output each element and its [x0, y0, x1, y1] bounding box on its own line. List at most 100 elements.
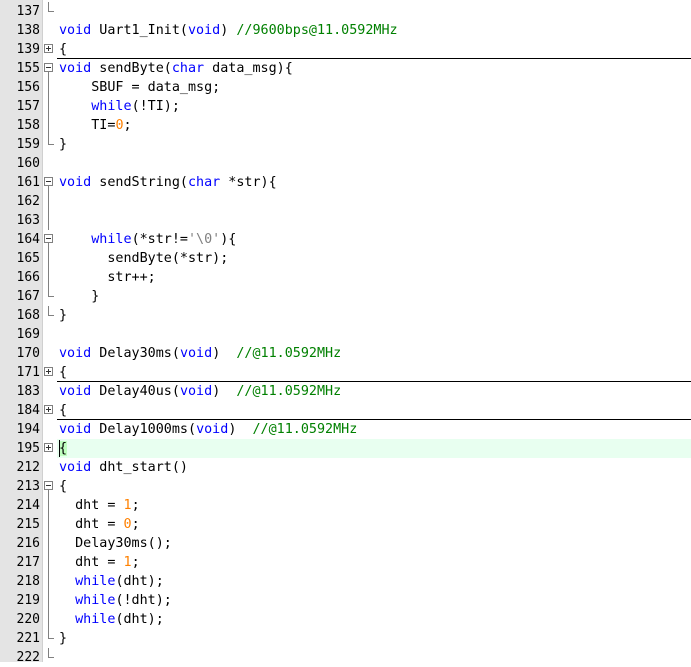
code-line[interactable]: 221}	[0, 629, 691, 648]
code-line[interactable]: 138 void Uart1_Init(void) //9600bps@11.05…	[0, 21, 691, 40]
code-text[interactable]: dht = 0;	[59, 515, 140, 534]
code-line[interactable]: 214 dht = 1;	[0, 496, 691, 515]
keyword-token: void	[59, 346, 92, 361]
code-text[interactable]: }	[59, 287, 99, 306]
code-text[interactable]: }	[59, 135, 67, 154]
code-text[interactable]: while(!TI);	[59, 97, 180, 116]
code-line[interactable]: 165 sendByte(*str);	[0, 249, 691, 268]
code-line[interactable]: 155 void sendByte(char data_msg){	[0, 59, 691, 78]
code-line[interactable]: 156 SBUF = data_msg;	[0, 78, 691, 97]
code-text[interactable]: while(*str!='\0'){	[59, 230, 236, 249]
line-number: 220	[16, 612, 40, 627]
code-text[interactable]: void Delay1000ms(void) //@11.0592MHz	[59, 420, 357, 439]
code-text[interactable]: sendByte(*str);	[59, 249, 228, 268]
code-line[interactable]: 171 {	[0, 363, 691, 382]
code-text[interactable]: void Delay30ms(void) //@11.0592MHz	[59, 344, 341, 363]
line-number: 156	[16, 80, 40, 95]
code-line[interactable]: 216 Delay30ms();	[0, 534, 691, 553]
code-text[interactable]: {	[59, 439, 68, 458]
fold-guide-line	[48, 553, 49, 572]
line-number: 167	[16, 289, 40, 304]
code-text[interactable]: void Uart1_Init(void) //9600bps@11.0592M…	[59, 21, 398, 40]
code-line[interactable]: 184 {	[0, 401, 691, 420]
code-text[interactable]: Delay30ms();	[59, 534, 172, 553]
line-number: 184	[16, 403, 40, 418]
code-line[interactable]: 218 while(dht);	[0, 572, 691, 591]
code-text[interactable]: dht = 1;	[59, 496, 140, 515]
code-text[interactable]: str++;	[59, 268, 155, 287]
code-text[interactable]: SBUF = data_msg;	[59, 78, 220, 97]
code-line[interactable]: 222	[0, 648, 691, 667]
code-line[interactable]: 162	[0, 192, 691, 211]
code-line[interactable]: 170 void Delay30ms(void) //@11.0592MHz	[0, 344, 691, 363]
code-text[interactable]: while(dht);	[59, 610, 164, 629]
string-token: '\0'	[188, 232, 221, 247]
code-token: (*str!=	[131, 232, 188, 247]
code-line[interactable]: 212 void dht_start()	[0, 458, 691, 477]
expand-fold-icon[interactable]	[44, 367, 53, 376]
expand-fold-icon[interactable]	[44, 405, 53, 414]
code-text[interactable]: void dht_start()	[59, 458, 188, 477]
line-number: 163	[16, 213, 40, 228]
code-line[interactable]: 217 dht = 1;	[0, 553, 691, 572]
line-number: 155	[16, 61, 40, 76]
code-line[interactable]: 194 void Delay1000ms(void) //@11.0592MHz	[0, 420, 691, 439]
code-text[interactable]: {	[59, 401, 67, 420]
code-text[interactable]: while(!dht);	[59, 591, 172, 610]
code-line[interactable]: 139 {	[0, 40, 691, 59]
code-line[interactable]: 166 str++;	[0, 268, 691, 287]
code-line[interactable]: 168}	[0, 306, 691, 325]
code-line[interactable]: 164 while(*str!='\0'){	[0, 230, 691, 249]
collapse-fold-icon[interactable]	[44, 481, 53, 490]
code-text[interactable]: {	[59, 363, 67, 382]
expand-fold-icon[interactable]	[44, 44, 53, 53]
code-token: )	[212, 384, 237, 399]
code-line[interactable]: 157 while(!TI);	[0, 97, 691, 116]
code-line[interactable]: 137	[0, 2, 691, 21]
code-text[interactable]: while(dht);	[59, 572, 164, 591]
number-token: 1	[123, 498, 132, 513]
collapse-fold-icon[interactable]	[44, 234, 53, 243]
code-line[interactable]: 183 void Delay40us(void) //@11.0592MHz	[0, 382, 691, 401]
code-text[interactable]: void sendByte(char data_msg){	[59, 59, 293, 78]
line-background	[57, 439, 691, 458]
line-number: 162	[16, 194, 40, 209]
code-line[interactable]: 220 while(dht);	[0, 610, 691, 629]
code-text[interactable]: TI=0;	[59, 116, 132, 135]
code-line[interactable]: 161 void sendString(char *str){	[0, 173, 691, 192]
collapse-fold-icon[interactable]	[44, 63, 53, 72]
code-lines[interactable]: 137 138 void Uart1_Init(void) //9600bps@11…	[0, 2, 691, 667]
code-editor[interactable]: 137 138 void Uart1_Init(void) //9600bps@11…	[0, 0, 691, 665]
code-text[interactable]: }	[59, 306, 67, 325]
line-number: 213	[16, 479, 40, 494]
code-text[interactable]: dht = 1;	[59, 553, 140, 572]
line-number: 217	[16, 555, 40, 570]
code-token: sendString(	[91, 175, 188, 190]
code-text[interactable]: }	[59, 629, 67, 648]
code-text[interactable]: void sendString(char *str){	[59, 173, 277, 192]
code-token: )	[220, 23, 237, 38]
code-line[interactable]: 169	[0, 325, 691, 344]
code-token: ;	[123, 118, 132, 133]
code-line[interactable]: 219 while(!dht);	[0, 591, 691, 610]
code-line[interactable]: 195 {	[0, 439, 691, 458]
code-line[interactable]: 215 dht = 0;	[0, 515, 691, 534]
code-text[interactable]: {	[59, 477, 67, 496]
fold-guide-line	[48, 116, 49, 135]
code-token: {	[59, 479, 68, 494]
expand-fold-icon[interactable]	[44, 443, 53, 452]
code-line[interactable]: 213 {	[0, 477, 691, 496]
code-line[interactable]: 160	[0, 154, 691, 173]
code-line[interactable]: 159}	[0, 135, 691, 154]
code-line[interactable]: 163	[0, 211, 691, 230]
number-token: 0	[123, 517, 132, 532]
code-line[interactable]: 167 }	[0, 287, 691, 306]
line-number: 159	[16, 137, 40, 152]
code-text[interactable]: {	[59, 40, 67, 59]
code-line[interactable]: 158 TI=0;	[0, 116, 691, 135]
keyword-token: while	[75, 612, 116, 627]
line-number: 139	[16, 42, 40, 57]
code-text[interactable]: void Delay40us(void) //@11.0592MHz	[59, 382, 341, 401]
line-number: 158	[16, 118, 40, 133]
collapse-fold-icon[interactable]	[44, 177, 53, 186]
